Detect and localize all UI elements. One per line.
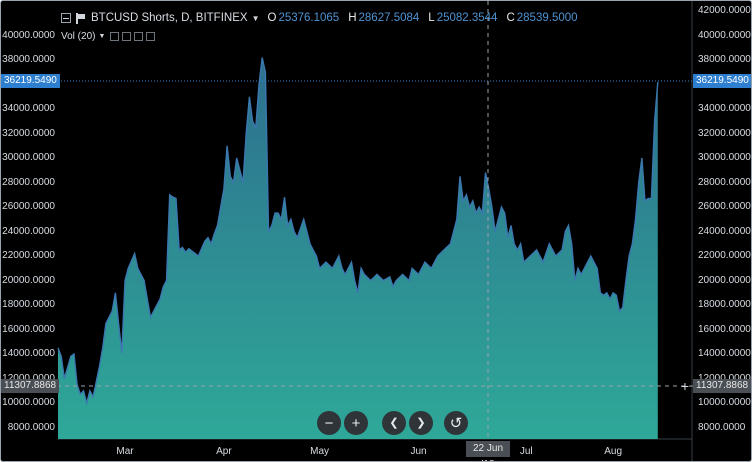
y-tick-label: 32000.0000 xyxy=(698,127,751,139)
last-price-tag-right: 36219.5490 xyxy=(693,74,751,88)
price-chart[interactable] xyxy=(1,1,751,461)
remove-icon[interactable] xyxy=(134,31,144,41)
y-tick-label: 38000.0000 xyxy=(698,54,751,65)
zoom-out-button[interactable]: − xyxy=(317,411,341,435)
y-tick-label: 22000.0000 xyxy=(698,250,751,261)
y-tick-label: 18000.0000 xyxy=(698,299,751,310)
x-tick-label: May xyxy=(310,446,330,457)
y-tick-label: 40000.0000 xyxy=(2,29,55,41)
last-price-tag-left: 36219.5490 xyxy=(1,74,60,88)
y-tick-label: 10000.0000 xyxy=(2,397,55,408)
y-tick-label: 32000.0000 xyxy=(2,127,55,139)
y-tick-label: 10000.0000 xyxy=(698,397,751,408)
y-tick-label: 40000.0000 xyxy=(698,29,751,41)
x-tick-label: Apr xyxy=(216,446,232,457)
x-tick-label: Mar xyxy=(116,446,134,457)
x-tick-label: Aug xyxy=(604,446,623,457)
volume-legend[interactable]: Vol (20) ▼ xyxy=(61,29,158,43)
y-tick-label: 28000.0000 xyxy=(698,176,751,188)
add-plus-icon[interactable]: + xyxy=(679,379,691,393)
y-tick-label: 30000.0000 xyxy=(698,152,751,163)
chart-window: BTCUSD Shorts, D, BITFINEX ▼ O 25376.106… xyxy=(0,0,752,462)
zoom-in-button[interactable]: + xyxy=(344,411,368,435)
reset-icon: ↺ xyxy=(449,414,463,432)
y-tick-label: 42000.0000 xyxy=(698,5,751,16)
y-tick-label: 24000.0000 xyxy=(698,225,751,237)
crosshair-date-tag: 22 Jun '18 xyxy=(466,441,510,461)
y-tick-label: 30000.0000 xyxy=(2,152,55,163)
y-tick-label: 34000.0000 xyxy=(698,103,751,114)
y-tick-label: 18000.0000 xyxy=(2,299,55,310)
more-icon[interactable] xyxy=(146,31,156,41)
volume-title[interactable]: Vol (20) xyxy=(61,31,95,42)
y-tick-label: 14000.0000 xyxy=(698,348,751,359)
y-tick-label: 8000.0000 xyxy=(698,421,746,433)
ohlc-close-key: C xyxy=(506,12,515,24)
x-tick-label: Jun xyxy=(410,446,427,457)
flag-icon[interactable] xyxy=(76,12,86,24)
price-area xyxy=(58,57,658,439)
chevron-left-icon: ❮ xyxy=(389,416,399,429)
cursor-price-tag-left: 11307.8868 xyxy=(1,379,60,393)
settings-icon[interactable] xyxy=(122,31,132,41)
reset-chart-button[interactable]: ↺ xyxy=(444,411,468,435)
ohlc-close-value: 28539.5000 xyxy=(516,12,578,24)
scroll-left-button[interactable]: ❮ xyxy=(382,411,406,435)
y-tick-label: 34000.0000 xyxy=(2,103,55,114)
y-tick-label: 20000.0000 xyxy=(2,274,55,286)
ohlc-low-key: L xyxy=(428,12,435,24)
collapse-icon[interactable] xyxy=(61,13,71,23)
y-tick-label: 38000.0000 xyxy=(2,54,55,65)
y-tick-label: 24000.0000 xyxy=(2,225,55,237)
cursor-price-tag-right: 11307.8868 xyxy=(693,379,751,393)
symbol-legend[interactable]: BTCUSD Shorts, D, BITFINEX ▼ O 25376.106… xyxy=(61,9,587,27)
ohlc-high-value: 28627.5084 xyxy=(358,12,420,24)
x-tick-label: Jul xyxy=(519,446,533,457)
ohlc-open-key: O xyxy=(267,12,277,24)
y-tick-label: 14000.0000 xyxy=(2,348,55,359)
ohlc-high-key: H xyxy=(348,12,357,24)
ohlc-open-value: 25376.1065 xyxy=(278,12,340,24)
y-tick-label: 8000.0000 xyxy=(7,421,55,433)
y-tick-label: 26000.0000 xyxy=(2,201,55,212)
y-tick-label: 28000.0000 xyxy=(2,176,55,188)
y-tick-label: 16000.0000 xyxy=(2,323,55,335)
chevron-down-icon[interactable]: ▼ xyxy=(98,33,105,40)
y-tick-label: 26000.0000 xyxy=(698,201,751,212)
chevron-right-icon: ❯ xyxy=(416,416,426,429)
scroll-right-button[interactable]: ❯ xyxy=(409,411,433,435)
y-tick-label: 20000.0000 xyxy=(698,274,751,286)
visibility-toggle-icon[interactable] xyxy=(110,31,120,41)
minus-icon: − xyxy=(324,414,334,432)
chevron-down-icon[interactable]: ▼ xyxy=(252,14,260,23)
ohlc-low-value: 25082.3544 xyxy=(436,12,498,24)
symbol-title[interactable]: BTCUSD Shorts, D, BITFINEX xyxy=(91,12,248,24)
y-tick-label: 16000.0000 xyxy=(698,323,751,335)
plus-icon: + xyxy=(351,414,361,432)
y-tick-label: 22000.0000 xyxy=(2,250,55,261)
